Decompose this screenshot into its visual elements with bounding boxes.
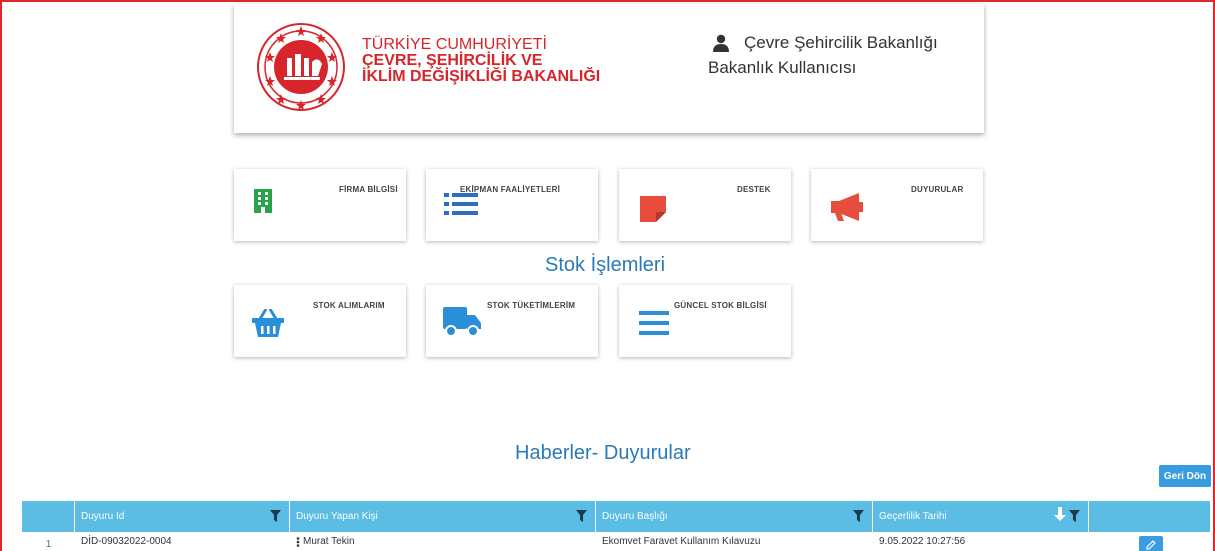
filter-icon[interactable] [853,510,864,522]
user-org: Çevre Şehircilik Bakanlığı [744,33,938,52]
section-title-stok: Stok İşlemleri [545,254,666,276]
tile-stok-tuketimlerim[interactable]: STOK TÜKETİMLERİM [426,285,598,357]
actions-header [1089,501,1210,532]
tile-label: DUYURULAR [911,185,964,194]
person-name: Murat Tekin [303,536,355,547]
column-header-label: Duyuru Yapan Kişi [296,511,378,522]
truck-icon [443,307,481,337]
tile-label: DESTEK [737,185,771,194]
list-icon [444,193,478,215]
tile-destek[interactable]: DESTEK [619,169,791,241]
cell-duyuru-yapan: Murat Tekin [290,532,596,551]
tile-guncel-stok-bilgisi[interactable]: GÜNCEL STOK BİLGİSİ [619,285,791,357]
vertical-dots-icon[interactable] [296,536,300,547]
filter-icon[interactable] [270,510,281,522]
column-header-duyuru-id[interactable]: Duyuru Id [75,501,290,532]
tile-firma-bilgisi[interactable]: FİRMA BİLGİSİ [234,169,406,241]
user-icon [713,34,729,52]
filter-icon[interactable] [576,510,587,522]
tile-ekipman-faaliyetleri[interactable]: EKİPMAN FAALİYETLERİ [426,169,598,241]
ministry-line-2: ÇEVRE, ŞEHİRCİLİK VE [362,52,543,69]
ministry-name: TÜRKİYE CUMHURİYETİ ÇEVRE, ŞEHİRCİLİK VE… [362,37,600,85]
row-number-header [22,501,75,532]
cell-actions [1089,532,1210,551]
column-header-label: Geçerlilik Tarihi [879,511,947,522]
row-number: 1 [45,539,52,550]
cell-gecerlilik-tarihi: 9.05.2022 10:27:56 [879,536,966,547]
cell-duyuru-basligi: Ekomvet Faravet Kullanım Kılavuzu [602,536,761,547]
ministry-line-3: İKLİM DEĞİŞİKLİĞİ BAKANLIĞI [362,68,601,85]
ministry-line-1: TÜRKİYE CUMHURİYETİ [362,36,547,53]
back-button[interactable]: Geri Dön [1159,465,1211,487]
column-header-duyuru-yapan[interactable]: Duyuru Yapan Kişi [290,501,596,532]
column-header-gecerlilik-tarihi[interactable]: Geçerlilik Tarihi [873,501,1089,532]
edit-button[interactable] [1139,536,1163,551]
tile-stok-alimlarim[interactable]: STOK ALIMLARIM [234,285,406,357]
tile-label: STOK TÜKETİMLERİM [487,301,576,310]
column-header-label: Duyuru Id [81,511,125,522]
tile-label: STOK ALIMLARIM [313,301,385,310]
column-header-label: Duyuru Başlığı [602,511,668,522]
header-card: TÜRKİYE CUMHURİYETİ ÇEVRE, ŞEHİRCİLİK VE… [234,4,984,133]
tile-duyurular[interactable]: DUYURULAR [811,169,983,241]
sort-desc-icon[interactable] [1054,507,1066,521]
edit-icon [1146,540,1156,550]
tile-label: EKİPMAN FAALİYETLERİ [460,185,561,194]
tile-label: FİRMA BİLGİSİ [339,185,398,194]
user-info[interactable]: Çevre Şehircilik Bakanlığı Bakanlık Kull… [708,30,938,80]
tile-label: GÜNCEL STOK BİLGİSİ [674,301,767,310]
sticky-note-icon [640,196,666,222]
cell-duyuru-id: DİD-09032022-0004 [81,536,172,547]
user-role: Bakanlık Kullanıcısı [708,58,857,77]
table-row[interactable]: 1 DİD-09032022-0004 Murat Tekin Ekomvet … [22,532,1210,551]
megaphone-icon [831,193,863,221]
building-icon [254,189,272,213]
grid-header: Duyuru Id Duyuru Yapan Kişi Duyuru Başlı… [22,501,1210,532]
ministry-seal-logo [257,23,345,111]
section-title-haberler: Haberler- Duyurular [515,442,691,464]
basket-icon [252,309,284,337]
filter-icon[interactable] [1069,510,1080,522]
announcements-grid: Duyuru Id Duyuru Yapan Kişi Duyuru Başlı… [22,501,1210,551]
column-header-duyuru-basligi[interactable]: Duyuru Başlığı [596,501,873,532]
menu-lines-icon [639,311,669,335]
